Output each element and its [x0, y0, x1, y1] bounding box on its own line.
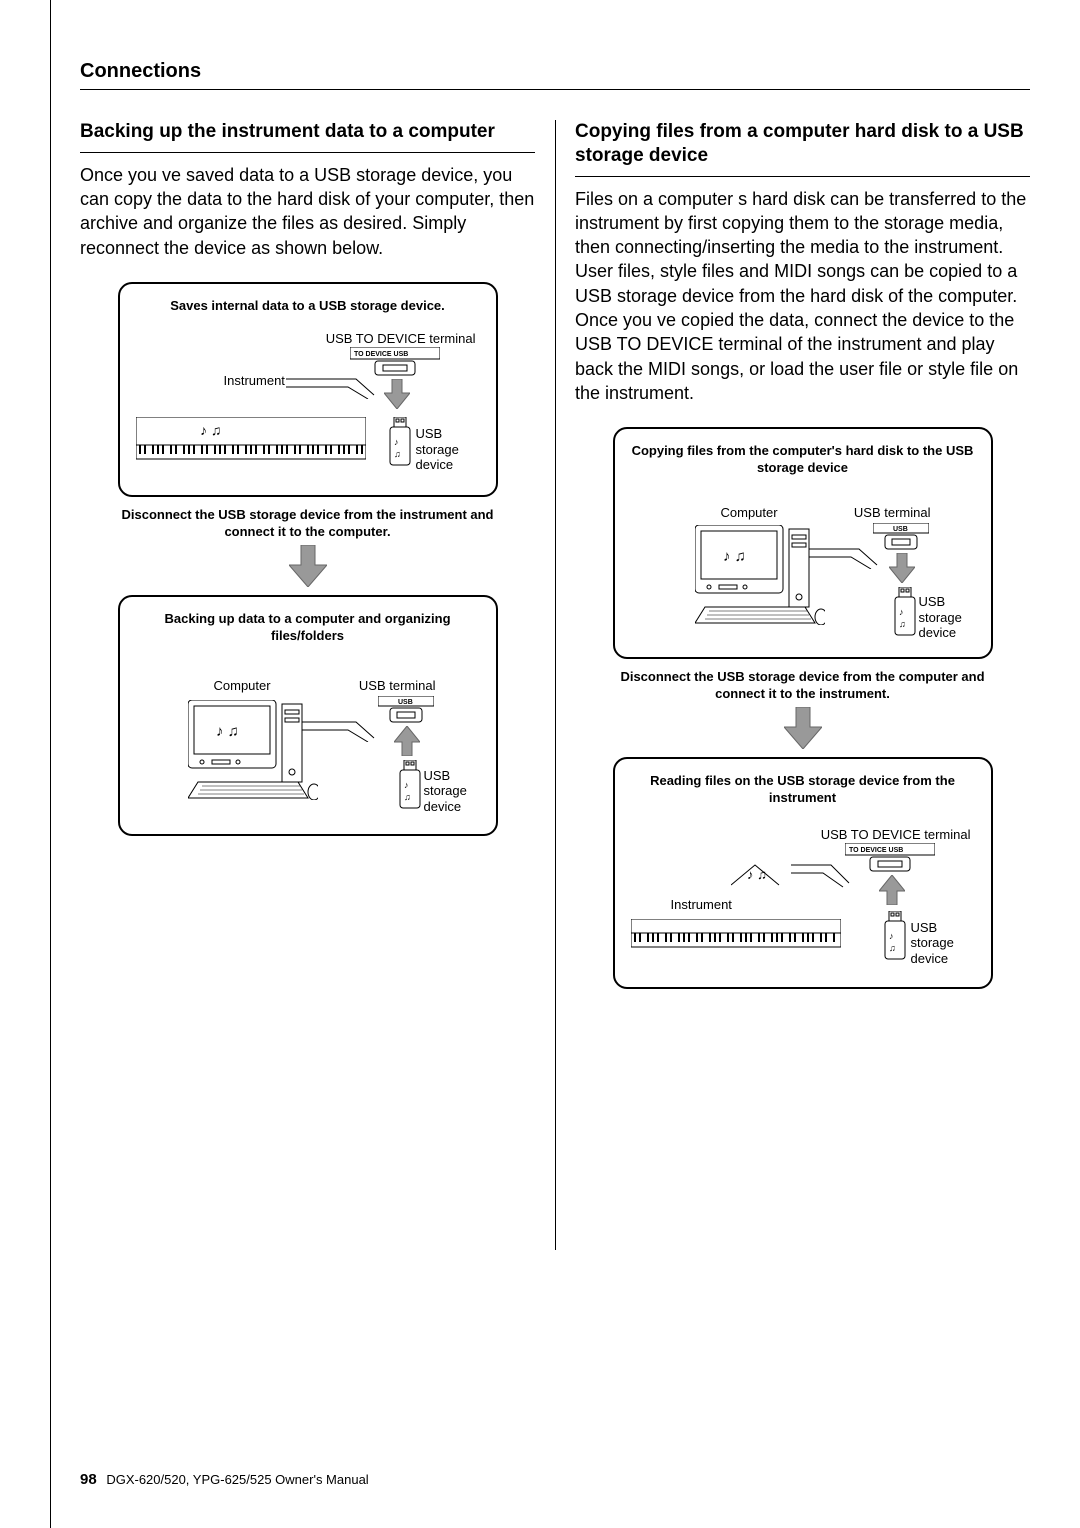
diagram1-title: Saves internal data to a USB storage dev… — [136, 298, 480, 315]
svg-text:♪: ♪ — [394, 437, 399, 447]
label-usb-terminal2: USB terminal — [359, 678, 436, 693]
right-column: Copying files from a computer hard disk … — [555, 120, 1030, 989]
column-divider — [555, 120, 556, 1250]
label-usb-to-device-r: USB TO DEVICE terminal — [821, 827, 971, 842]
diagram-read-on-instrument: Reading files on the USB storage device … — [613, 757, 993, 989]
usb-port-icon: TO DEVICE USB — [845, 843, 935, 873]
svg-text:♪ ♫: ♪ ♫ — [747, 867, 767, 882]
usb-port-icon: TO DEVICE USB — [350, 347, 440, 377]
port-text: TO DEVICE USB — [354, 351, 408, 358]
usb-stick-icon: ♪♫ — [881, 911, 909, 961]
label-usb-terminal: USB TO DEVICE terminal — [326, 331, 476, 346]
callout-line-icon — [286, 375, 376, 399]
usb-stick-icon: ♪♫ — [396, 760, 424, 810]
svg-text:♪ ♫: ♪ ♫ — [216, 723, 239, 740]
svg-text:♫: ♫ — [394, 449, 401, 459]
label-usb-terminal-r: USB terminal — [854, 505, 931, 520]
label-usb-device: USB storage device — [416, 426, 486, 473]
diagram2-title: Backing up data to a computer and organi… — [136, 611, 480, 645]
svg-text:TO DEVICE USB: TO DEVICE USB — [849, 847, 903, 854]
page-number: 98 — [80, 1471, 97, 1488]
arrow-down-icon — [384, 379, 410, 409]
right-body: Files on a computer s hard disk can be t… — [575, 187, 1030, 406]
arrow-down-icon — [889, 553, 915, 583]
callout-line-icon: ♪ ♫ — [731, 863, 851, 889]
label-computer: Computer — [214, 678, 271, 693]
svg-text:♫: ♫ — [889, 943, 896, 953]
computer-icon: ♪ ♫ — [188, 700, 318, 800]
transition-text-r: Disconnect the USB storage device from t… — [613, 669, 993, 703]
arrow-up-icon — [879, 875, 905, 905]
svg-text:♪ ♫: ♪ ♫ — [723, 548, 746, 565]
diagram-r1-title: Copying files from the computer's hard d… — [631, 443, 975, 477]
flow-arrow-icon — [289, 545, 327, 587]
diagram-copy-from-computer: Copying files from the computer's hard d… — [613, 427, 993, 659]
two-column-layout: Backing up the instrument data to a comp… — [80, 120, 1030, 989]
transition-text-1: Disconnect the USB storage device from t… — [118, 507, 498, 541]
svg-text:USB: USB — [398, 699, 413, 706]
page-content: Connections Backing up the instrument da… — [0, 0, 1080, 1528]
arrow-up-icon — [394, 726, 420, 756]
label-instrument: Instrument — [224, 373, 285, 388]
left-subheading: Backing up the instrument data to a comp… — [80, 120, 535, 153]
svg-text:♪: ♪ — [889, 931, 894, 941]
usb-stick-icon: ♪♫ — [891, 587, 919, 637]
diagram-r2-title: Reading files on the USB storage device … — [631, 773, 975, 807]
page-footer: 98 DGX-620/520, YPG-625/525 Owner's Manu… — [80, 1471, 369, 1488]
svg-text:♫: ♫ — [404, 792, 411, 802]
usb-stick-icon: ♪ ♫ — [386, 417, 414, 467]
flow-arrow-icon — [784, 707, 822, 749]
svg-text:USB: USB — [893, 526, 908, 533]
label-instrument-r: Instrument — [671, 897, 732, 912]
header-rule — [80, 89, 1030, 90]
diagram-save-to-usb: Saves internal data to a USB storage dev… — [118, 282, 498, 497]
music-notes-icon: ♪ ♫ — [200, 422, 221, 438]
manual-title: DGX-620/520, YPG-625/525 Owner's Manual — [106, 1472, 368, 1487]
usb-port-small-icon: USB — [378, 696, 434, 724]
label-usb-device2: USB storage device — [424, 768, 494, 815]
label-usb-device-r2: USB storage device — [911, 920, 981, 967]
label-usb-device-r: USB storage device — [919, 594, 989, 641]
diagram-backup-to-computer: Backing up data to a computer and organi… — [118, 595, 498, 837]
svg-text:♫: ♫ — [899, 619, 906, 629]
right-subheading: Copying files from a computer hard disk … — [575, 120, 1030, 177]
computer-icon: ♪ ♫ — [695, 525, 825, 625]
keyboard-instrument-icon — [631, 919, 841, 949]
left-body: Once you ve saved data to a USB storage … — [80, 163, 535, 260]
label-computer-r: Computer — [721, 505, 778, 520]
svg-text:♪: ♪ — [404, 780, 409, 790]
section-header: Connections — [80, 60, 1030, 83]
svg-text:♪: ♪ — [899, 607, 904, 617]
left-column: Backing up the instrument data to a comp… — [80, 120, 555, 989]
keyboard-instrument-icon: ♪ ♫ — [136, 417, 366, 461]
